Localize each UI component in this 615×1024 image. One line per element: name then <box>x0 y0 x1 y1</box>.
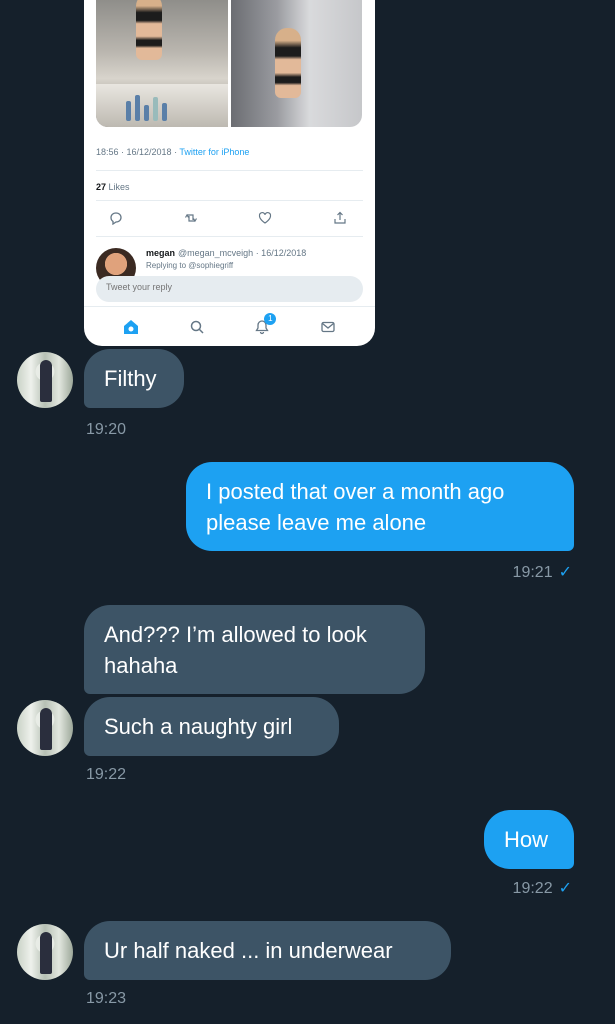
reply-icon[interactable] <box>108 210 124 226</box>
avatar[interactable] <box>17 700 73 756</box>
share-icon[interactable] <box>332 210 348 226</box>
shared-tweet-card[interactable]: 18:56 · 16/12/2018 · Twitter for iPhone … <box>84 0 375 346</box>
avatar[interactable] <box>17 924 73 980</box>
reply-author: megan @megan_mcveigh · 16/12/2018 <box>146 248 307 258</box>
sent-check-icon: ✓ <box>558 880 572 897</box>
message-bubble-incoming[interactable]: Such a naughty girl <box>84 697 339 756</box>
message-bubble-outgoing[interactable]: I posted that over a month ago please le… <box>186 462 574 551</box>
message-bubble-outgoing[interactable]: How <box>484 810 574 869</box>
likes-count: 27 <box>96 182 107 192</box>
tweet-photo[interactable] <box>96 0 228 127</box>
message-timestamp: 19:21 ✓ <box>512 564 572 581</box>
notifications-icon[interactable]: 1 <box>252 312 277 337</box>
notification-badge: 1 <box>264 312 277 325</box>
message-bubble-incoming[interactable]: Ur half naked ... in underwear <box>84 921 451 980</box>
tweet-photo[interactable] <box>230 0 362 127</box>
message-timestamp: 19:22 ✓ <box>512 880 572 897</box>
tweet-photos[interactable] <box>96 0 362 127</box>
home-icon[interactable] <box>121 317 141 337</box>
tweet-timestamp: 18:56 · 16/12/2018 · Twitter for iPhone <box>96 147 250 157</box>
message-bubble-incoming[interactable]: Filthy <box>84 349 184 408</box>
retweet-icon[interactable] <box>183 210 199 226</box>
search-icon[interactable] <box>187 317 207 337</box>
sent-check-icon: ✓ <box>558 564 572 581</box>
likes-label: Likes <box>108 182 130 192</box>
reply-tweet[interactable]: megan @megan_mcveigh · 16/12/2018 Replyin… <box>96 246 365 288</box>
reply-input[interactable] <box>106 282 346 292</box>
like-icon[interactable] <box>257 210 273 226</box>
message-timestamp: 19:20 <box>86 421 127 438</box>
message-timestamp: 19:23 <box>86 990 127 1007</box>
replying-to: Replying to @sophiegriff <box>146 261 234 270</box>
avatar[interactable] <box>17 352 73 408</box>
bottom-tab-bar: 1 <box>84 306 375 346</box>
tweet-likes[interactable]: 27 Likes <box>96 182 130 192</box>
messages-icon[interactable] <box>318 317 338 337</box>
tweet-actions <box>108 210 348 226</box>
message-bubble-incoming[interactable]: And??? I’m allowed to look hahaha <box>84 605 425 694</box>
tweet-source-link[interactable]: Twitter for iPhone <box>179 147 249 157</box>
message-timestamp: 19:22 <box>86 766 127 783</box>
